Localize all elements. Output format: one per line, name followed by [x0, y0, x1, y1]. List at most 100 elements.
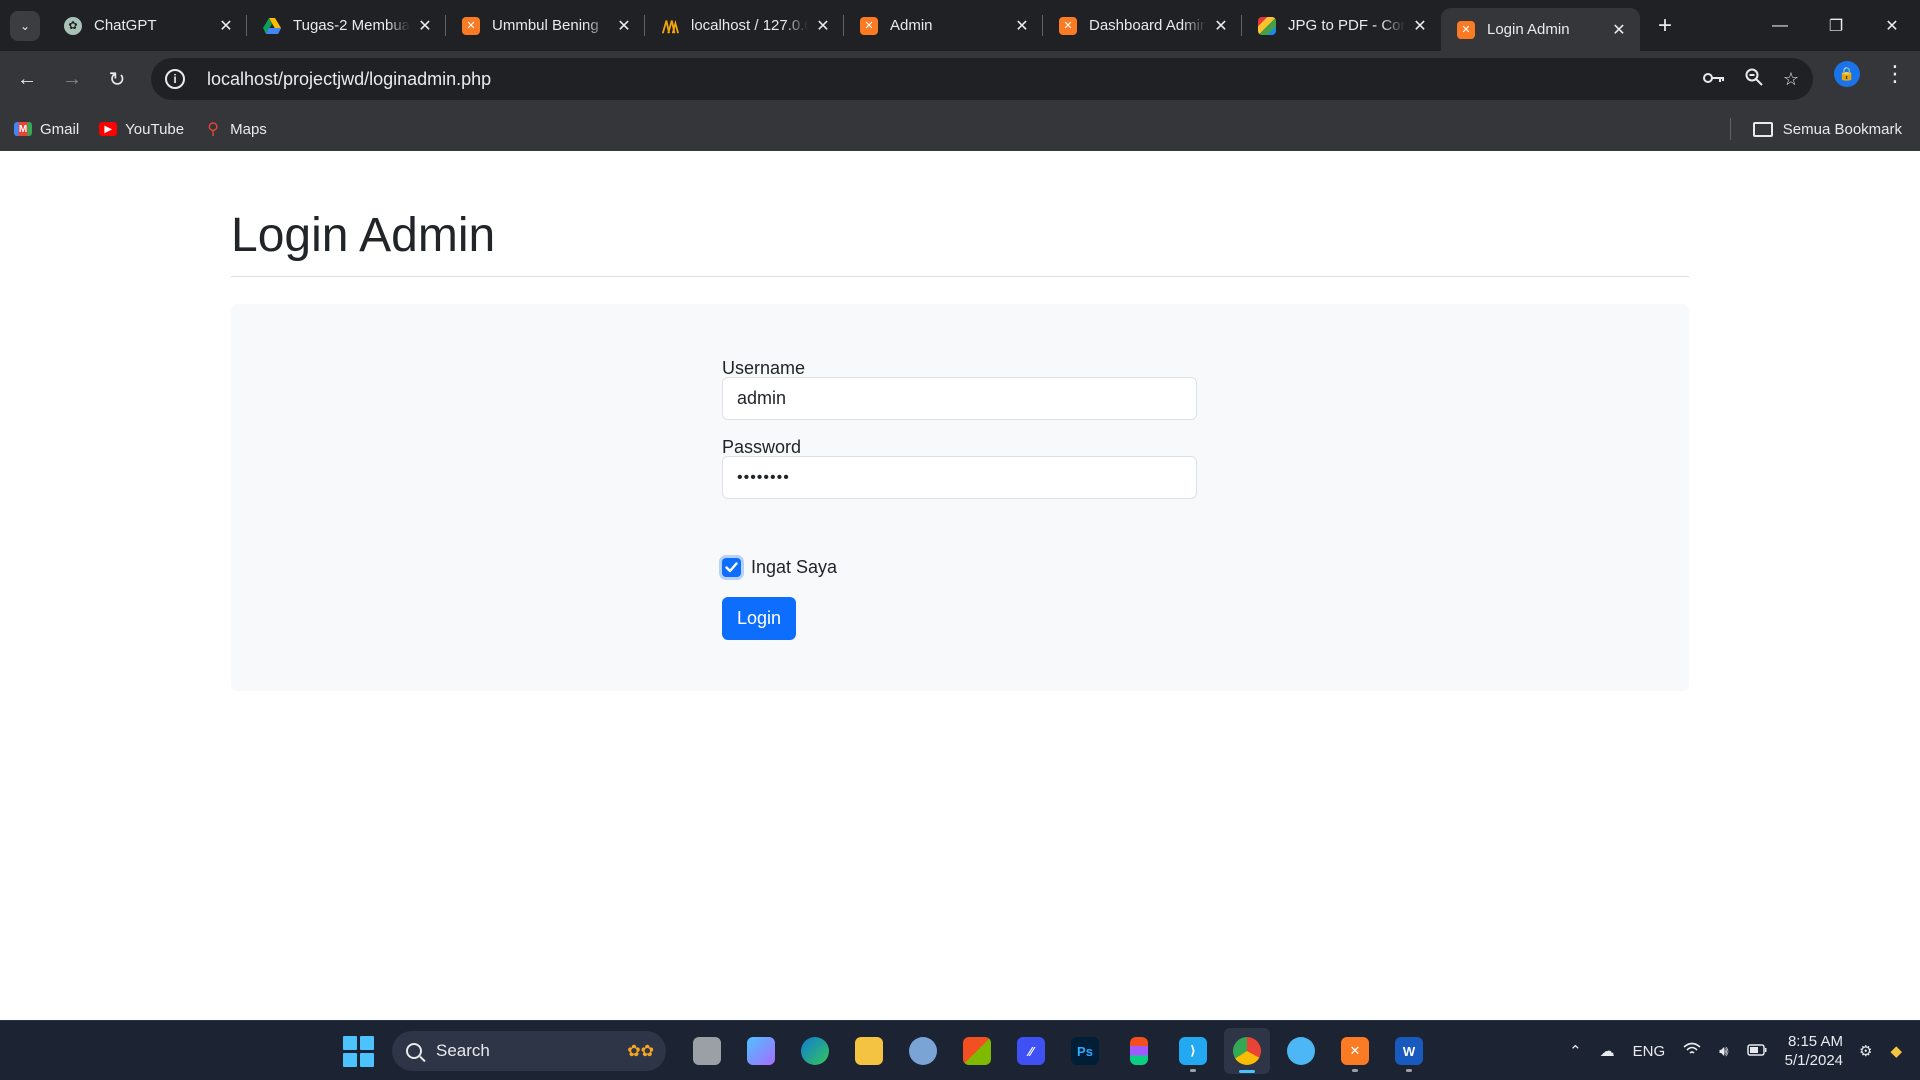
- google-drive-icon: [263, 17, 281, 35]
- youtube-icon: ▶: [99, 122, 118, 136]
- all-bookmarks-button[interactable]: Semua Bookmark: [1729, 107, 1902, 151]
- taskbar-edge[interactable]: [792, 1028, 838, 1074]
- plus-icon: +: [1657, 11, 1672, 39]
- close-icon[interactable]: ✕: [1610, 20, 1628, 40]
- chevron-down-icon: ⌄: [19, 18, 31, 33]
- wifi-icon[interactable]: [1683, 1042, 1701, 1060]
- taskbar-vscode[interactable]: ⟩: [1170, 1028, 1216, 1074]
- clock[interactable]: 8:15 AM 5/1/2024: [1785, 1032, 1843, 1070]
- close-icon[interactable]: ✕: [217, 16, 235, 36]
- profile-avatar-icon[interactable]: 🔒: [1834, 61, 1860, 87]
- close-icon[interactable]: ✕: [814, 16, 832, 36]
- all-bookmarks-label: Semua Bookmark: [1782, 120, 1902, 138]
- bookmark-label: Gmail: [40, 120, 80, 138]
- close-icon[interactable]: ✕: [1212, 16, 1230, 36]
- checkbox-checked-icon[interactable]: [722, 558, 741, 577]
- title-divider: [231, 276, 1689, 277]
- password-key-icon[interactable]: [1702, 69, 1725, 90]
- task-view-icon: [693, 1037, 721, 1065]
- bookmark-divider: [1729, 118, 1731, 140]
- taskbar-globe-app[interactable]: [900, 1028, 946, 1074]
- taskbar-apps: Search ✿✿ ⁄⁄ Ps ⟩ ✕ W: [340, 1021, 1436, 1080]
- tab-tugas[interactable]: Tugas-2 Membuat ✕: [247, 0, 446, 51]
- language-indicator[interactable]: ENG: [1633, 1043, 1666, 1060]
- taskbar-word[interactable]: W: [1386, 1028, 1432, 1074]
- reload-button[interactable]: ↻: [99, 61, 135, 97]
- close-icon[interactable]: ✕: [1013, 16, 1031, 36]
- tab-ummbul-bening[interactable]: ✕ Ummbul Bening ✕: [446, 0, 645, 51]
- database-app-icon: [1287, 1037, 1315, 1065]
- chevron-up-icon[interactable]: ⌃: [1569, 1042, 1582, 1060]
- kebab-menu-icon[interactable]: ⋮: [1880, 59, 1910, 89]
- bookmark-label: YouTube: [125, 120, 185, 138]
- site-info-icon[interactable]: i: [165, 69, 185, 89]
- forward-button[interactable]: →: [54, 61, 90, 97]
- bookmark-star-icon[interactable]: ☆: [1783, 69, 1799, 90]
- close-icon[interactable]: ✕: [1411, 16, 1429, 36]
- window-controls: — ❐ ✕: [1752, 0, 1920, 51]
- close-icon[interactable]: ✕: [416, 16, 434, 36]
- tab-title: Login Admin: [1487, 21, 1570, 38]
- clock-time: 8:15 AM: [1787, 1033, 1843, 1050]
- photoshop-icon: Ps: [1071, 1037, 1099, 1065]
- tab-title: Admin: [890, 17, 933, 34]
- bookmark-gmail[interactable]: M Gmail: [14, 121, 79, 138]
- tab-title: ChatGPT: [94, 17, 157, 34]
- bookmark-label: Maps: [230, 120, 267, 138]
- close-icon[interactable]: ✕: [615, 16, 633, 36]
- bookmark-youtube[interactable]: ▶ YouTube: [99, 121, 184, 138]
- remember-me-checkbox[interactable]: Ingat Saya: [722, 557, 837, 578]
- remember-me-label[interactable]: Ingat Saya: [751, 557, 837, 578]
- clock-date: 5/1/2024: [1784, 1052, 1843, 1069]
- tab-chatgpt[interactable]: ✿ ChatGPT ✕: [48, 0, 247, 51]
- close-window-icon[interactable]: ✕: [1864, 0, 1920, 51]
- taskbar-search[interactable]: Search ✿✿: [392, 1031, 666, 1071]
- restore-icon[interactable]: ❐: [1808, 0, 1864, 51]
- taskbar-pen-app[interactable]: ⁄⁄: [1008, 1028, 1054, 1074]
- notification-bell-icon[interactable]: ⚙: [1859, 1042, 1872, 1060]
- arrow-left-icon: ←: [17, 67, 37, 90]
- windows-start-icon[interactable]: [340, 1033, 376, 1069]
- arrow-right-icon: →: [62, 67, 82, 90]
- taskbar-chrome[interactable]: [1224, 1028, 1270, 1074]
- search-label: Search: [436, 1041, 490, 1060]
- figma-icon: [1130, 1037, 1148, 1065]
- back-button[interactable]: ←: [9, 61, 45, 97]
- chatgpt-icon: ✿: [64, 16, 82, 35]
- taskbar-file-explorer[interactable]: [846, 1028, 892, 1074]
- tab-admin[interactable]: ✕ Admin ✕: [844, 0, 1043, 51]
- xampp-icon: ✕: [462, 16, 480, 35]
- taskbar-copilot[interactable]: [738, 1028, 784, 1074]
- taskbar-xampp[interactable]: ✕: [1332, 1028, 1378, 1074]
- volume-icon[interactable]: 🔊︎: [1719, 1043, 1728, 1060]
- password-input[interactable]: ••••••••: [722, 456, 1197, 499]
- taskbar-database-app[interactable]: [1278, 1028, 1324, 1074]
- gmail-icon: M: [14, 122, 32, 136]
- login-button[interactable]: Login: [722, 597, 796, 640]
- username-input[interactable]: admin: [722, 377, 1197, 420]
- tab-dashboard-admin[interactable]: ✕ Dashboard Admin ✕: [1043, 0, 1242, 51]
- reload-icon: ↻: [108, 68, 126, 91]
- tab-search-button[interactable]: ⌄: [10, 10, 40, 41]
- taskbar-photoshop[interactable]: Ps: [1062, 1028, 1108, 1074]
- bookmark-maps[interactable]: ⚲ Maps: [204, 120, 267, 139]
- xampp-icon: ✕: [1059, 16, 1077, 35]
- tab-phpmyadmin[interactable]: localhost / 127.0.0.1 ✕: [645, 0, 844, 51]
- address-bar[interactable]: i localhost/projectjwd/loginadmin.php ☆: [151, 58, 1813, 100]
- tab-title: Dashboard Admin: [1089, 17, 1206, 34]
- store-icon: [963, 1037, 991, 1065]
- battery-icon[interactable]: [1746, 1043, 1767, 1060]
- tab-jpg-to-pdf[interactable]: JPG to PDF - Convert ✕: [1242, 0, 1441, 51]
- url-text[interactable]: localhost/projectjwd/loginadmin.php: [207, 69, 491, 90]
- taskbar-task-view[interactable]: [684, 1028, 730, 1074]
- tab-login-admin[interactable]: ✕ Login Admin ✕: [1441, 8, 1640, 51]
- taskbar-figma[interactable]: [1116, 1028, 1162, 1074]
- search-highlight-icon: ✿✿: [627, 1043, 654, 1060]
- zoom-icon[interactable]: [1745, 68, 1763, 91]
- minimize-icon[interactable]: —: [1752, 0, 1808, 51]
- copilot-tray-icon[interactable]: ◆: [1890, 1042, 1902, 1060]
- taskbar-store[interactable]: [954, 1028, 1000, 1074]
- onedrive-icon[interactable]: ☁: [1600, 1042, 1615, 1060]
- xampp-icon: ✕: [860, 16, 878, 35]
- new-tab-button[interactable]: +: [1650, 11, 1680, 41]
